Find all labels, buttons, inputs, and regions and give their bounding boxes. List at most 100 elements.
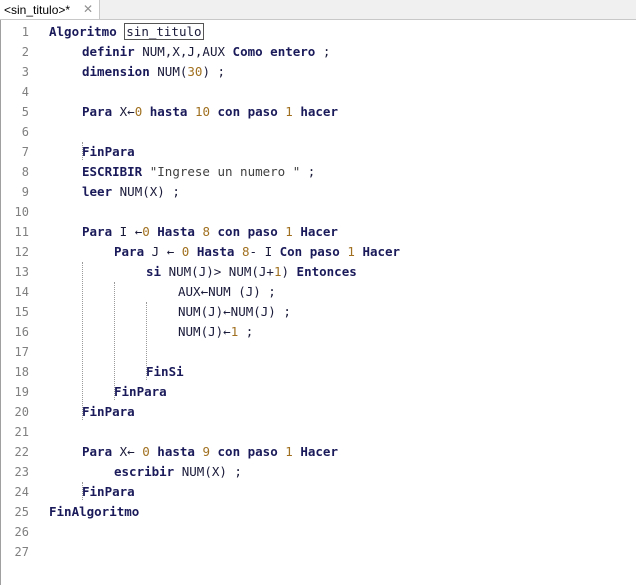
number-literal: 8: [202, 224, 210, 239]
code-line-9: 9 leer NUM(X) ;: [1, 182, 636, 202]
code-text: ;: [322, 44, 331, 59]
keyword: Con paso: [279, 244, 340, 259]
keyword: hasta: [149, 104, 188, 119]
keyword: si: [146, 264, 162, 279]
code-text: NUM(: [157, 64, 188, 79]
code-text: X←: [119, 104, 135, 119]
code-line-17: 17: [1, 342, 636, 362]
line-number: 22: [14, 445, 29, 459]
line-number: 10: [14, 205, 29, 219]
line-number: 26: [14, 525, 29, 539]
code-line-2: 2 definir NUM,X,J,AUX Como entero ;: [1, 42, 636, 62]
line-number: 23: [14, 465, 29, 479]
code-editor[interactable]: 1 Algoritmo sin_titulo 2 definir NUM,X,J…: [0, 20, 636, 585]
keyword: FinPara: [114, 384, 167, 399]
line-number: 14: [14, 285, 29, 299]
code-text: NUM(J)←: [178, 324, 231, 339]
line-number: 11: [14, 225, 29, 239]
close-icon[interactable]: ✕: [83, 1, 93, 18]
code-line-12: 12 Para J ← 0 Hasta 8- I Con paso 1 Hace…: [1, 242, 636, 262]
line-number: 27: [14, 545, 29, 559]
code-line-13: 13 si NUM(J)> NUM(J+1) Entonces: [1, 262, 636, 282]
code-line-25: 25 FinAlgoritmo: [1, 502, 636, 522]
keyword: Hasta: [157, 224, 195, 239]
keyword: Hacer: [362, 244, 401, 259]
tab-sin-titulo[interactable]: <sin_titulo>* ✕: [0, 0, 100, 19]
number-literal: 1: [285, 444, 293, 459]
code-line-23: 23 escribir NUM(X) ;: [1, 462, 636, 482]
code-line-3: 3 dimension NUM(30) ;: [1, 62, 636, 82]
keyword: Para: [114, 244, 145, 259]
keyword: hasta: [157, 444, 195, 459]
keyword: FinAlgoritmo: [49, 504, 140, 519]
keyword: Para: [82, 444, 113, 459]
line-number: 25: [14, 505, 29, 519]
number-literal: 0: [181, 244, 190, 259]
line-number: 3: [21, 65, 29, 79]
code-line-19: 19 FinPara: [1, 382, 636, 402]
code-text: AUX←NUM (J) ;: [178, 284, 276, 299]
code-line-15: 15 NUM(J)←NUM(J) ;: [1, 302, 636, 322]
code-text: NUM(J)←NUM(J) ;: [178, 304, 291, 319]
code-line-27: 27: [1, 542, 636, 562]
keyword: hacer: [300, 104, 338, 119]
keyword: dimension: [82, 64, 150, 79]
code-line-14: 14 AUX←NUM (J) ;: [1, 282, 636, 302]
keyword: Hacer: [300, 444, 338, 459]
line-number: 12: [14, 245, 29, 259]
code-line-26: 26: [1, 522, 636, 542]
line-number: 15: [14, 305, 29, 319]
keyword: Hasta: [196, 244, 235, 259]
line-number: 5: [21, 105, 29, 119]
code-line-22: 22 Para X← 0 hasta 9 con paso 1 Hacer: [1, 442, 636, 462]
keyword: Algoritmo: [49, 24, 117, 39]
number-literal: 0: [142, 224, 150, 239]
tab-label: <sin_titulo>*: [4, 2, 71, 17]
number-literal: 9: [202, 444, 210, 459]
line-number: 6: [21, 125, 29, 139]
line-number: 2: [21, 45, 29, 59]
line-number: 19: [14, 385, 29, 399]
keyword: Como entero: [232, 44, 316, 59]
keyword: con paso: [217, 224, 278, 239]
code-line-7: 7 FinPara: [1, 142, 636, 162]
keyword: con paso: [217, 104, 278, 119]
number-literal: 1: [285, 224, 293, 239]
keyword: FinPara: [82, 484, 135, 499]
keyword: ESCRIBIR: [82, 164, 143, 179]
code-line-16: 16 NUM(J)←1 ;: [1, 322, 636, 342]
keyword: con paso: [217, 444, 278, 459]
keyword: FinPara: [82, 144, 135, 159]
line-number: 21: [14, 425, 29, 439]
line-number: 7: [21, 145, 29, 159]
code-text: I ←: [119, 224, 143, 239]
code-text: - I: [249, 244, 273, 259]
number-literal: 10: [194, 104, 210, 119]
code-text: NUM(X) ;: [119, 184, 180, 199]
number-literal: 30: [187, 64, 203, 79]
number-literal: 1: [285, 104, 293, 119]
number-literal: 1: [347, 244, 355, 259]
line-number: 13: [14, 265, 29, 279]
line-number: 20: [14, 405, 29, 419]
code-line-18: 18 FinSi: [1, 362, 636, 382]
tab-bar: <sin_titulo>* ✕: [0, 0, 636, 20]
code-text: X←: [119, 444, 135, 459]
line-number: 9: [21, 185, 29, 199]
code-line-4: 4: [1, 82, 636, 102]
line-number: 1: [21, 25, 29, 39]
code-line-10: 10: [1, 202, 636, 222]
number-literal: 0: [142, 444, 150, 459]
code-text: ): [281, 264, 290, 279]
code-line-11: 11 Para I ←0 Hasta 8 con paso 1 Hacer: [1, 222, 636, 242]
code-line-5: 5 Para X←0 hasta 10 con paso 1 hacer: [1, 102, 636, 122]
algorithm-name: sin_titulo: [124, 23, 204, 40]
code-text: NUM(J)> NUM(J+: [168, 264, 274, 279]
keyword: Hacer: [300, 224, 338, 239]
line-number: 16: [14, 325, 29, 339]
number-literal: 0: [134, 104, 143, 119]
code-text: ;: [307, 164, 316, 179]
keyword: FinSi: [146, 364, 184, 379]
code-text: NUM(X) ;: [181, 464, 242, 479]
code-text: ) ;: [202, 64, 226, 79]
